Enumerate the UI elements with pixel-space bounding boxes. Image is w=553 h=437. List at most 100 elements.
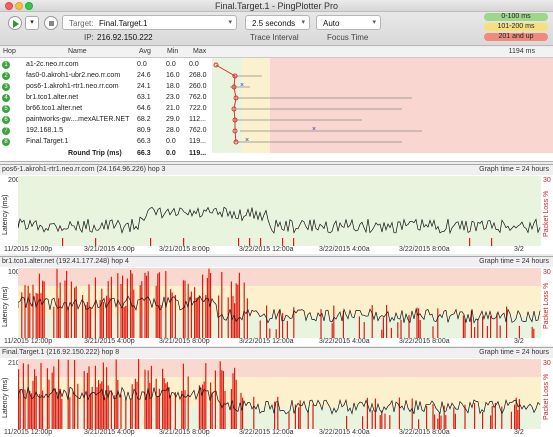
packet-loss-bar <box>46 368 48 429</box>
packet-loss-bar <box>126 278 128 338</box>
packet-loss-bar <box>397 322 399 338</box>
packet-loss-bar <box>64 280 66 338</box>
hop-name: 192.168.1.5 <box>26 127 63 134</box>
col-hop[interactable]: Hop <box>3 48 16 55</box>
packet-loss-bar <box>117 273 119 338</box>
start-options-dropdown[interactable]: ▾ <box>25 16 39 30</box>
packet-loss-bar <box>56 268 58 338</box>
packet-loss-bar <box>183 238 185 246</box>
packet-loss-bar <box>32 284 34 338</box>
packet-loss-bar <box>469 238 471 246</box>
latency-timeline-chart[interactable] <box>18 359 541 429</box>
hop-number-badge: 3 <box>2 83 10 91</box>
hop-avg: 80.9 <box>137 127 151 134</box>
graph-time[interactable]: Graph time = 24 hours <box>479 349 549 356</box>
packet-loss-bar <box>440 415 442 429</box>
hop-max: 0.0 <box>189 61 199 68</box>
packet-loss-bar <box>95 238 97 246</box>
start-trace-button[interactable] <box>8 16 22 30</box>
packet-loss-bar <box>482 411 484 429</box>
table-row[interactable]: 5 br66.tco1.alter.net 64.6 21.0 722.0 <box>0 104 212 115</box>
timeline-graph-panel[interactable]: br1.tco1.alter.net (192.41.177.248) hop … <box>0 256 553 346</box>
packet-loss-bar <box>362 416 364 429</box>
packet-loss-bar <box>94 365 96 429</box>
table-row[interactable]: 2 fas0-0.akroh1-ubr2.neo.rr.com 24.6 16.0 26… <box>0 71 212 82</box>
packet-loss-bar <box>163 378 165 429</box>
packet-loss-bar <box>491 238 493 246</box>
hop-max: 268.0 <box>189 72 207 79</box>
packet-loss-bar <box>160 305 162 338</box>
packet-loss-bar <box>445 415 447 429</box>
x-tick-label: 11/2015 12:00p <box>4 246 53 253</box>
packet-loss-bar <box>242 397 244 429</box>
packet-loss-bar <box>320 309 322 338</box>
x-tick-label: 3/22/2015 12:00a <box>239 429 294 436</box>
packet-loss-bar <box>438 412 440 429</box>
stop-trace-button[interactable] <box>44 16 58 30</box>
packet-loss-bar <box>99 383 101 429</box>
packet-loss-bar <box>501 406 503 429</box>
hop-avg: 63.1 <box>137 94 151 101</box>
packet-loss-bar <box>75 286 77 338</box>
packet-loss-bar <box>232 373 234 429</box>
packet-loss-bar <box>379 415 381 429</box>
target-field[interactable]: Target: Final.Target.1 ▾ <box>62 15 237 30</box>
table-row[interactable]: 7 192.168.1.5 80.9 28.0 762.0 <box>0 126 212 137</box>
packet-loss-bar <box>29 391 31 429</box>
legend-mid: 101-200 ms <box>484 23 548 31</box>
col-min[interactable]: Min <box>167 48 178 55</box>
timeline-graph-panel[interactable]: pos6-1.akroh1-rtr1.neo.rr.com (24.164.96… <box>0 164 553 254</box>
focus-time-select[interactable]: Auto ▾ <box>316 15 381 30</box>
chevron-down-icon: ▾ <box>372 19 376 26</box>
packet-loss-bar <box>419 320 421 338</box>
table-row[interactable]: 1 a1-2c.neo.rr.com 0.0 0.0 0.0 <box>0 60 212 71</box>
table-row[interactable]: 3 pos6-1.akroh1-rtr1.neo.rr.com 24.1 18.0 26… <box>0 82 212 93</box>
chevron-down-icon: ▾ <box>301 19 305 26</box>
packet-loss-bar <box>174 295 176 338</box>
target-value[interactable]: Final.Target.1 <box>99 19 147 28</box>
packet-loss-bar <box>195 297 197 338</box>
roundtrip-max: 119... <box>189 150 207 157</box>
packet-loss-bar <box>496 313 498 338</box>
graph-time[interactable]: Graph time = 24 hours <box>479 166 549 173</box>
packet-loss-bar <box>398 397 400 429</box>
packet-loss-bar <box>230 389 232 429</box>
packet-loss-bar <box>389 415 391 429</box>
packet-loss-bar <box>298 407 300 429</box>
hop-min: 28.0 <box>166 127 180 134</box>
hop-min: 16.0 <box>166 72 180 79</box>
packet-loss-bar <box>35 376 37 429</box>
packet-loss-bar <box>437 308 439 338</box>
packet-loss-bar <box>131 384 133 429</box>
trace-interval-select[interactable]: 2.5 seconds ▾ <box>245 15 310 30</box>
table-row[interactable]: 4 br1.tco1.alter.net 63.1 23.0 762.0 <box>0 93 212 104</box>
col-max[interactable]: Max <box>193 48 206 55</box>
timeline-graph-panel[interactable]: Final.Target.1 (216.92.150.222) hop 8 Gr… <box>0 347 553 437</box>
table-row[interactable]: 6 paintworks-gw....mexALTER.NET 68.2 29.0 11… <box>0 115 212 126</box>
table-row[interactable]: 8 Final.Target.1 66.3 0.0 119... <box>0 137 212 148</box>
hop-name: br66.tco1.alter.net <box>26 105 83 112</box>
latency-timeline-chart[interactable] <box>18 176 541 246</box>
packet-loss-bar <box>190 291 192 338</box>
chevron-down-icon: ▾ <box>228 19 232 26</box>
graph-time[interactable]: Graph time = 24 hours <box>479 258 549 265</box>
hop-table: 1 a1-2c.neo.rr.com 0.0 0.0 0.0 2 fas0-0.akroh1… <box>0 58 553 162</box>
col-name[interactable]: Name <box>68 48 87 55</box>
packet-loss-bar <box>104 397 106 429</box>
packet-loss-bar <box>130 398 132 429</box>
packet-loss-bar <box>230 281 232 338</box>
focus-time-value: Auto <box>323 19 340 28</box>
focus-time-caption: Focus Time <box>327 33 369 42</box>
packet-loss-bar <box>134 378 136 429</box>
x-tick-label: 11/2015 12:00p <box>4 338 53 345</box>
packet-loss-bar <box>125 305 127 338</box>
latency-timeline-chart[interactable] <box>18 268 541 338</box>
right-y-tick-label: 30 <box>543 269 551 276</box>
packet-loss-bar <box>382 317 384 338</box>
panel-header: br1.tco1.alter.net (192.41.177.248) hop … <box>0 257 553 267</box>
col-avg[interactable]: Avg <box>139 48 151 55</box>
packet-loss-bar <box>90 307 92 338</box>
packet-loss-bar <box>411 398 413 429</box>
packet-loss-bar <box>234 303 236 338</box>
hop-number-badge: 7 <box>2 127 10 135</box>
